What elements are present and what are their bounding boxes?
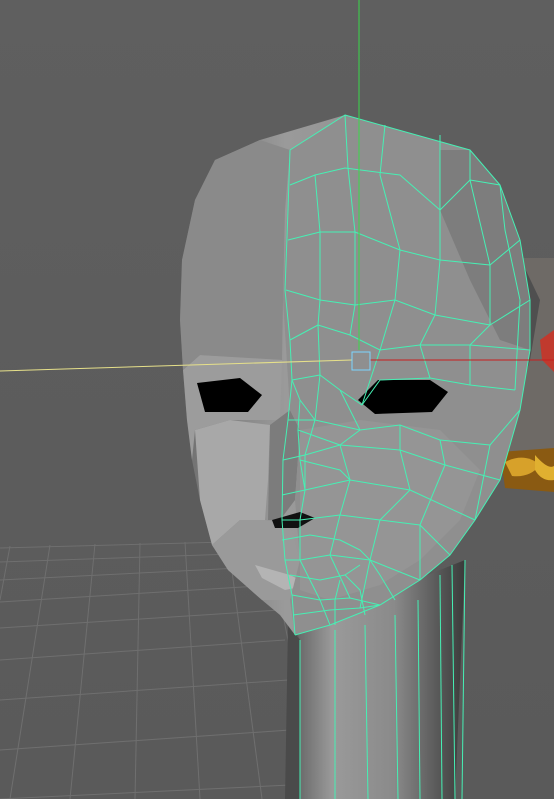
viewport-canvas[interactable] <box>0 0 554 799</box>
perspective-viewport[interactable] <box>0 0 554 799</box>
